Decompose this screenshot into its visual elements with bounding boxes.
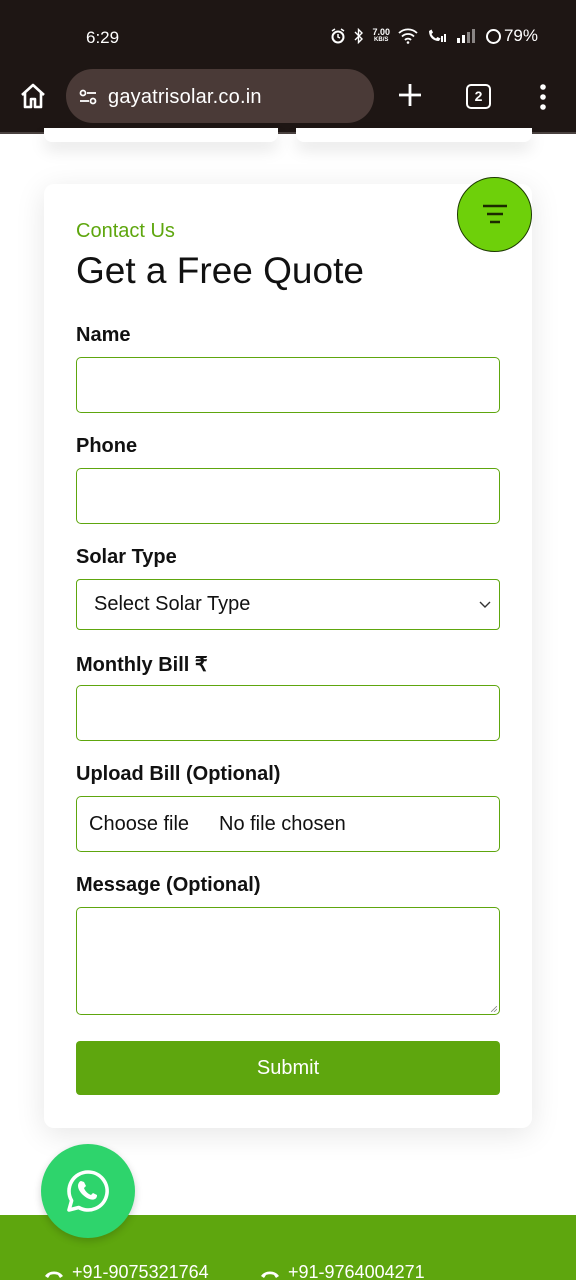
phone-link-1[interactable]: +91-9075321764 xyxy=(44,1262,209,1280)
chevron-down-icon xyxy=(479,601,491,608)
choose-file-button[interactable]: Choose file xyxy=(89,813,189,836)
menu-icon xyxy=(483,204,507,224)
battery-level: 79% xyxy=(503,26,538,45)
contact-us-eyebrow: Contact Us xyxy=(76,220,175,242)
bluetooth-icon xyxy=(354,28,364,44)
phone-number-1[interactable]: +91-9075321764 xyxy=(72,1262,209,1280)
phone-number-2[interactable]: +91-9764004271 xyxy=(288,1262,425,1280)
upload-bill-field: Choose file No file chosen xyxy=(76,796,500,852)
alarm-icon xyxy=(331,28,345,44)
resize-handle-icon[interactable] xyxy=(491,1006,497,1012)
battery-indicator: 79% xyxy=(485,26,538,46)
site-settings-icon[interactable] xyxy=(78,87,98,107)
more-vert-icon[interactable] xyxy=(540,84,546,110)
address-bar[interactable]: gayatrisolar.co.in xyxy=(66,69,374,123)
new-tab-plus-icon[interactable] xyxy=(396,81,424,109)
whatsapp-button[interactable] xyxy=(41,1144,135,1238)
submit-button[interactable]: Submit xyxy=(76,1041,500,1095)
status-bar: 6:29 7.00 KB/S 79% xyxy=(0,0,576,64)
net-speed-value: 7.00 xyxy=(372,27,390,37)
message-label: Message (Optional) xyxy=(76,874,261,896)
phone-icon xyxy=(45,1271,63,1278)
phone-icon xyxy=(261,1271,279,1278)
battery-icon xyxy=(485,28,501,44)
file-status-text: No file chosen xyxy=(219,813,346,835)
form-title: Get a Free Quote xyxy=(76,250,364,291)
url-text[interactable]: gayatrisolar.co.in xyxy=(108,86,262,109)
monthly-bill-label: Monthly Bill ₹ xyxy=(76,654,208,676)
whatsapp-icon xyxy=(67,1170,109,1212)
tabs-icon[interactable]: 2 xyxy=(466,84,491,109)
wifi-icon xyxy=(398,28,418,44)
solar-type-label: Solar Type xyxy=(76,546,177,568)
status-time: 6:29 xyxy=(86,28,120,47)
menu-button[interactable] xyxy=(457,177,532,252)
phone-link-2[interactable]: +91-9764004271 xyxy=(260,1262,425,1280)
call-wifi-icon xyxy=(428,29,446,42)
monthly-bill-input[interactable] xyxy=(76,685,500,741)
net-speed: 7.00 KB/S xyxy=(372,28,390,44)
name-label: Name xyxy=(76,324,131,346)
net-speed-unit: KB/S xyxy=(374,37,389,43)
phone-input[interactable] xyxy=(76,468,500,524)
message-textarea[interactable] xyxy=(76,907,500,1015)
signal-icon xyxy=(456,29,475,43)
previous-card-right xyxy=(296,128,532,142)
quote-form-card: Contact Us Get a Free Quote Name Phone S… xyxy=(44,184,532,1128)
name-input[interactable] xyxy=(76,357,500,413)
status-icons: 7.00 KB/S 79% xyxy=(330,26,538,46)
home-icon[interactable] xyxy=(18,81,48,111)
previous-card-left xyxy=(44,128,278,142)
solar-type-select[interactable]: Select Solar Type xyxy=(76,579,500,630)
upload-bill-label: Upload Bill (Optional) xyxy=(76,763,281,785)
browser-toolbar: gayatrisolar.co.in 2 xyxy=(0,64,576,134)
solar-type-selected-value: Select Solar Type xyxy=(94,593,251,615)
phone-label: Phone xyxy=(76,435,138,457)
